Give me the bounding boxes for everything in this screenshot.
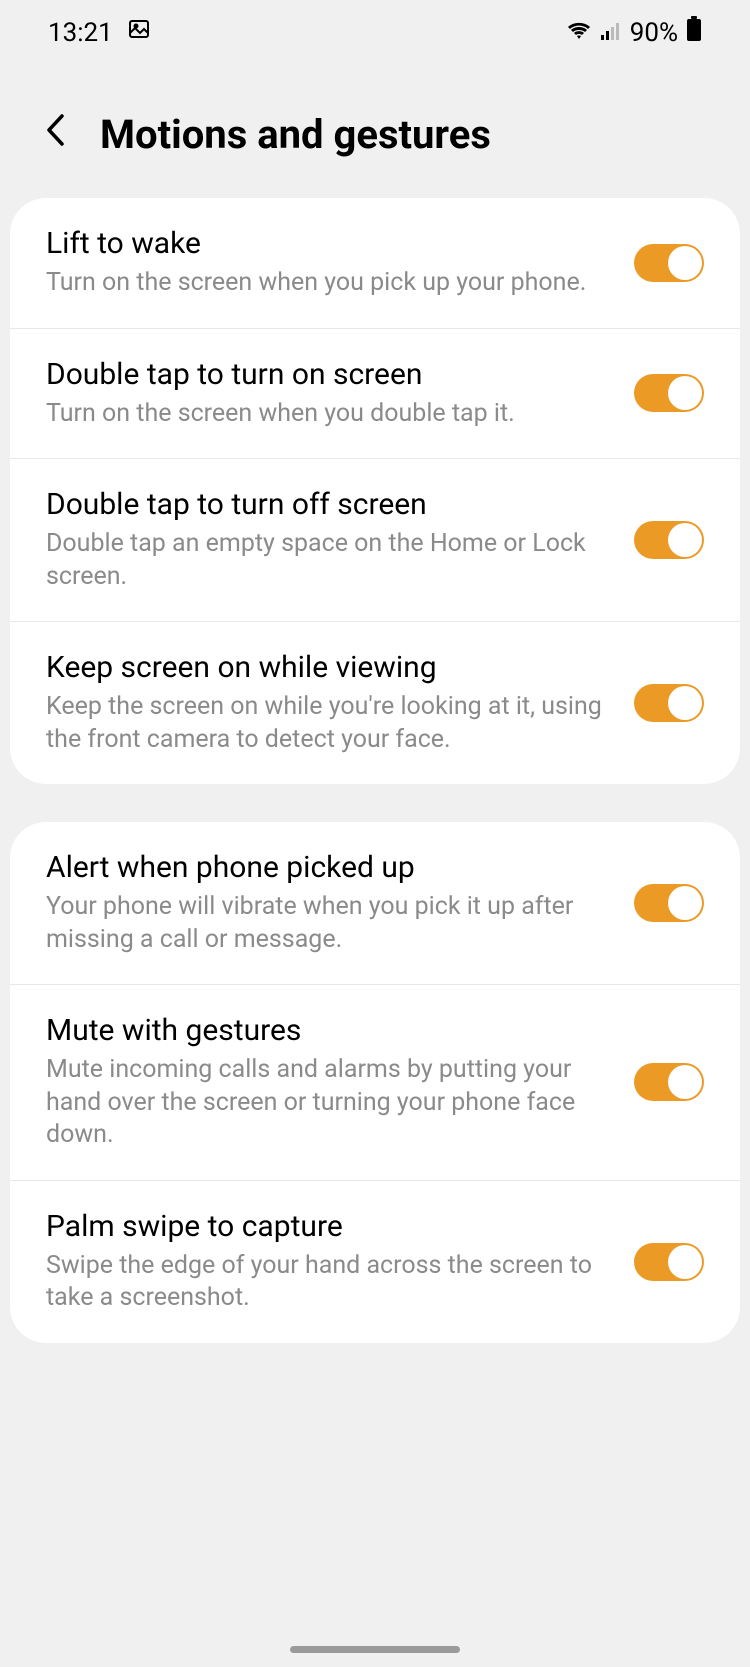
status-bar-left: 13:21	[48, 17, 151, 48]
toggle-knob	[668, 376, 702, 410]
picture-icon	[127, 17, 151, 48]
settings-card: Lift to wake Turn on the screen when you …	[10, 198, 740, 784]
setting-text: Palm swipe to capture Swipe the edge of y…	[46, 1209, 634, 1315]
setting-row-keep-screen-on[interactable]: Keep screen on while viewing Keep the scr…	[10, 622, 740, 784]
setting-row-alert-picked-up[interactable]: Alert when phone picked up Your phone wil…	[10, 822, 740, 985]
toggle-alert-picked-up[interactable]	[634, 884, 704, 922]
toggle-double-tap-on[interactable]	[634, 374, 704, 412]
setting-title: Double tap to turn off screen	[46, 487, 614, 522]
setting-desc: Your phone will vibrate when you pick it…	[46, 891, 614, 956]
toggle-knob	[668, 686, 702, 720]
setting-desc: Swipe the edge of your hand across the s…	[46, 1250, 614, 1315]
status-bar: 13:21 90%	[0, 0, 750, 61]
setting-text: Lift to wake Turn on the screen when you …	[46, 226, 634, 300]
toggle-palm-swipe[interactable]	[634, 1243, 704, 1281]
setting-row-double-tap-off[interactable]: Double tap to turn off screen Double tap …	[10, 459, 740, 622]
setting-desc: Mute incoming calls and alarms by puttin…	[46, 1054, 614, 1152]
setting-title: Alert when phone picked up	[46, 850, 614, 885]
setting-text: Alert when phone picked up Your phone wil…	[46, 850, 634, 956]
setting-text: Mute with gestures Mute incoming calls an…	[46, 1013, 634, 1152]
status-time: 13:21	[48, 18, 113, 48]
setting-desc: Keep the screen on while you're looking …	[46, 691, 614, 756]
page-title: Motions and gestures	[100, 111, 491, 158]
nav-handle[interactable]	[290, 1646, 460, 1653]
setting-desc: Double tap an empty space on the Home or…	[46, 528, 614, 593]
signal-icon	[600, 18, 622, 48]
back-icon[interactable]	[40, 112, 70, 158]
setting-text: Double tap to turn on screen Turn on the …	[46, 357, 634, 431]
setting-title: Lift to wake	[46, 226, 614, 261]
setting-title: Palm swipe to capture	[46, 1209, 614, 1244]
battery-icon	[686, 16, 702, 49]
toggle-mute-gestures[interactable]	[634, 1063, 704, 1101]
setting-text: Double tap to turn off screen Double tap …	[46, 487, 634, 593]
toggle-double-tap-off[interactable]	[634, 521, 704, 559]
setting-desc: Turn on the screen when you double tap i…	[46, 398, 614, 431]
settings-card: Alert when phone picked up Your phone wil…	[10, 822, 740, 1343]
setting-row-lift-to-wake[interactable]: Lift to wake Turn on the screen when you …	[10, 198, 740, 329]
setting-row-mute-gestures[interactable]: Mute with gestures Mute incoming calls an…	[10, 985, 740, 1181]
setting-desc: Turn on the screen when you pick up your…	[46, 267, 614, 300]
setting-title: Keep screen on while viewing	[46, 650, 614, 685]
setting-title: Mute with gestures	[46, 1013, 614, 1048]
toggle-knob	[668, 886, 702, 920]
wifi-icon	[566, 18, 592, 48]
setting-text: Keep screen on while viewing Keep the scr…	[46, 650, 634, 756]
toggle-knob	[668, 1245, 702, 1279]
status-bar-right: 90%	[566, 16, 702, 49]
toggle-keep-screen-on[interactable]	[634, 684, 704, 722]
toggle-knob	[668, 1065, 702, 1099]
battery-percent: 90%	[630, 18, 678, 48]
toggle-knob	[668, 246, 702, 280]
toggle-knob	[668, 523, 702, 557]
header: Motions and gestures	[0, 61, 750, 198]
toggle-lift-to-wake[interactable]	[634, 244, 704, 282]
setting-row-double-tap-on[interactable]: Double tap to turn on screen Turn on the …	[10, 329, 740, 460]
setting-title: Double tap to turn on screen	[46, 357, 614, 392]
setting-row-palm-swipe[interactable]: Palm swipe to capture Swipe the edge of y…	[10, 1181, 740, 1343]
